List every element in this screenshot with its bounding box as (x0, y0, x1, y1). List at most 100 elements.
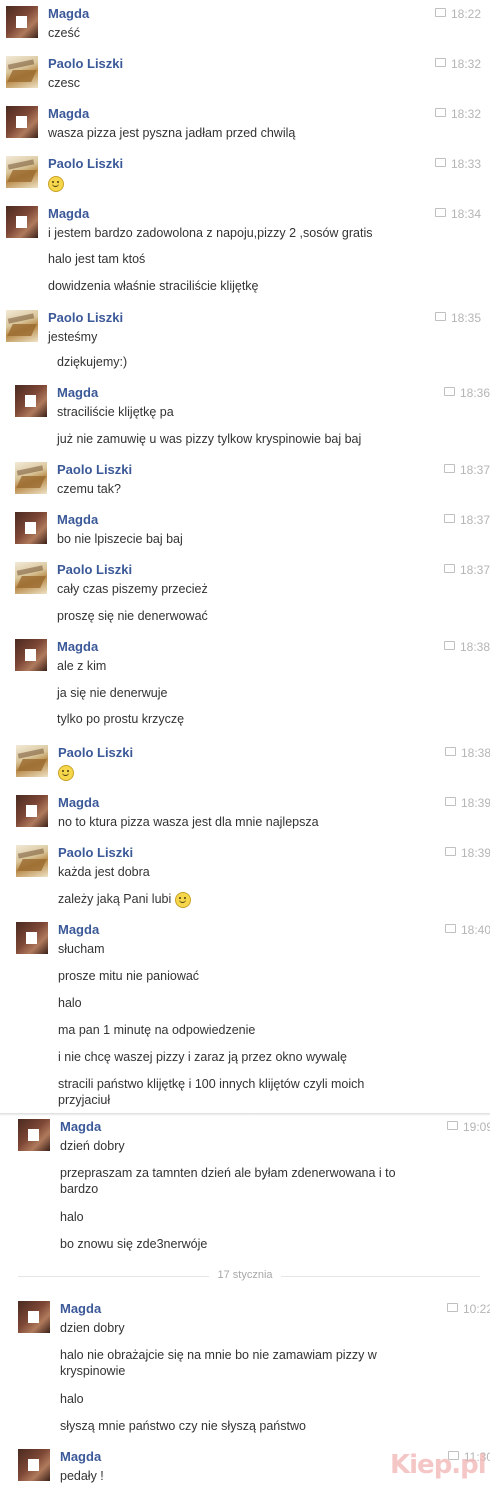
message-text: cześć (48, 26, 80, 40)
avatar[interactable] (15, 512, 47, 544)
sender-name[interactable]: Paolo Liszki (57, 462, 132, 477)
timestamp: 18:40 (444, 923, 490, 937)
avatar[interactable] (15, 562, 47, 594)
message-group: Paolo Liszki 18:33 (6, 156, 481, 206)
message-group: Magda 18:34 i jestem bardzo zadowolona z… (6, 206, 481, 310)
message-text: dowidzenia właśnie straciliście klijętkę (48, 279, 259, 293)
chat-bubble-icon (443, 564, 455, 573)
message-group: Magda 18:22 cześć (6, 6, 481, 56)
avatar[interactable] (6, 106, 38, 138)
avatar[interactable] (18, 1119, 50, 1151)
smiley-icon (48, 175, 64, 192)
avatar[interactable] (15, 639, 47, 671)
message-text: prosze mitu nie paniować (58, 969, 200, 983)
message-group: Paolo Liszki 18:37 czemu tak? (15, 462, 490, 512)
timestamp: 18:22 (434, 7, 481, 21)
avatar[interactable] (16, 845, 48, 877)
message-text: ma pan 1 minutę na odpowiedzenie (58, 1023, 256, 1037)
message-text: dzień dobry (60, 1139, 125, 1153)
date-separator-text: 17 stycznia (209, 1269, 281, 1281)
timestamp-text: 10:22 (462, 1302, 490, 1316)
avatar[interactable] (6, 56, 38, 88)
timestamp-text: 18:36 (459, 386, 490, 400)
date-separator: 17 stycznia (0, 1269, 490, 1281)
message-text: halo (60, 1392, 84, 1406)
message-group: Magda 19:09 dzień dobry przepraszam za t… (18, 1119, 490, 1259)
chat-bubble-icon (443, 387, 455, 396)
timestamp-text: 18:40 (460, 923, 490, 937)
smiley-icon (58, 764, 74, 781)
message-group: Paolo Liszki 18:35 jesteśmy dziękujemy:) (6, 310, 481, 375)
sender-name[interactable]: Magda (48, 106, 89, 121)
timestamp: 18:32 (434, 57, 481, 71)
timestamp: 18:35 (434, 311, 481, 325)
message-text: pedały ! (60, 1469, 104, 1483)
avatar[interactable] (6, 206, 38, 238)
avatar[interactable] (16, 922, 48, 954)
message-group: Magda 18:40 słucham prosze mitu nie pani… (16, 922, 490, 1112)
pizza-photo-icon (16, 465, 44, 476)
message-text-inline: zależy jaką Pani lubi (58, 892, 172, 906)
avatar[interactable] (18, 1301, 50, 1333)
message-group: Magda 18:37 bo nie lpiszecie baj baj (15, 512, 490, 562)
sender-name[interactable]: Magda (48, 6, 89, 21)
user-photo-icon (25, 395, 36, 407)
sender-name[interactable]: Magda (58, 922, 99, 937)
sender-name[interactable]: Magda (60, 1449, 101, 1464)
timestamp-text: 18:39 (460, 796, 490, 810)
timestamp-text: 18:38 (460, 746, 490, 760)
avatar[interactable] (15, 462, 47, 494)
sender-name[interactable]: Magda (57, 512, 98, 527)
sender-name[interactable]: Magda (48, 206, 89, 221)
sender-name[interactable]: Magda (57, 639, 98, 654)
timestamp: 18:39 (444, 846, 490, 860)
avatar[interactable] (16, 795, 48, 827)
sender-name[interactable]: Magda (58, 795, 99, 810)
user-photo-icon (16, 216, 27, 228)
timestamp: 18:34 (434, 207, 481, 221)
watermark-logo: Kiep.pl (390, 1450, 487, 1480)
chat-bubble-icon (444, 797, 456, 806)
timestamp: 18:36 (443, 386, 490, 400)
message-text: czemu tak? (57, 482, 121, 496)
timestamp: 10:22 (446, 1302, 490, 1316)
chat-bubble-icon (444, 847, 456, 856)
timestamp-text: 18:22 (450, 7, 481, 21)
sender-name[interactable]: Magda (60, 1301, 101, 1316)
timestamp: 18:32 (434, 107, 481, 121)
timestamp: 18:37 (443, 463, 490, 477)
message-text: dzien dobry (60, 1321, 125, 1335)
message-text: czesc (48, 76, 80, 90)
message-text: halo (60, 1210, 84, 1224)
message-text (48, 175, 418, 192)
avatar[interactable] (6, 6, 38, 38)
avatar[interactable] (16, 745, 48, 777)
message-text (58, 764, 428, 781)
sender-name[interactable]: Paolo Liszki (48, 56, 123, 71)
sender-name[interactable]: Magda (57, 385, 98, 400)
timestamp-text: 18:32 (450, 107, 481, 121)
message-text: halo jest tam ktoś (48, 252, 146, 266)
message-text: dziękujemy:) (57, 355, 128, 369)
avatar[interactable] (18, 1449, 50, 1481)
sender-name[interactable]: Paolo Liszki (48, 310, 123, 325)
avatar[interactable] (15, 385, 47, 417)
user-photo-icon (16, 16, 27, 28)
chat-bubble-icon (434, 8, 446, 17)
timestamp-text: 19:09 (462, 1120, 490, 1134)
sender-name[interactable]: Paolo Liszki (58, 845, 133, 860)
sender-name[interactable]: Magda (60, 1119, 101, 1134)
avatar[interactable] (6, 310, 38, 342)
user-photo-icon (16, 116, 27, 128)
timestamp: 18:37 (443, 513, 490, 527)
message-group: Magda 18:36 straciliście klijętkę pa już… (15, 385, 490, 455)
message-text: stracili państwo klijętkę i 100 innych k… (58, 1077, 365, 1107)
message-text: cały czas piszemy przecież (57, 582, 208, 596)
timestamp-text: 18:37 (459, 563, 490, 577)
timestamp-text: 18:35 (450, 311, 481, 325)
avatar[interactable] (6, 156, 38, 188)
sender-name[interactable]: Paolo Liszki (58, 745, 133, 760)
sender-name[interactable]: Paolo Liszki (57, 562, 132, 577)
sender-name[interactable]: Paolo Liszki (48, 156, 123, 171)
pizza-photo-icon (7, 59, 35, 70)
